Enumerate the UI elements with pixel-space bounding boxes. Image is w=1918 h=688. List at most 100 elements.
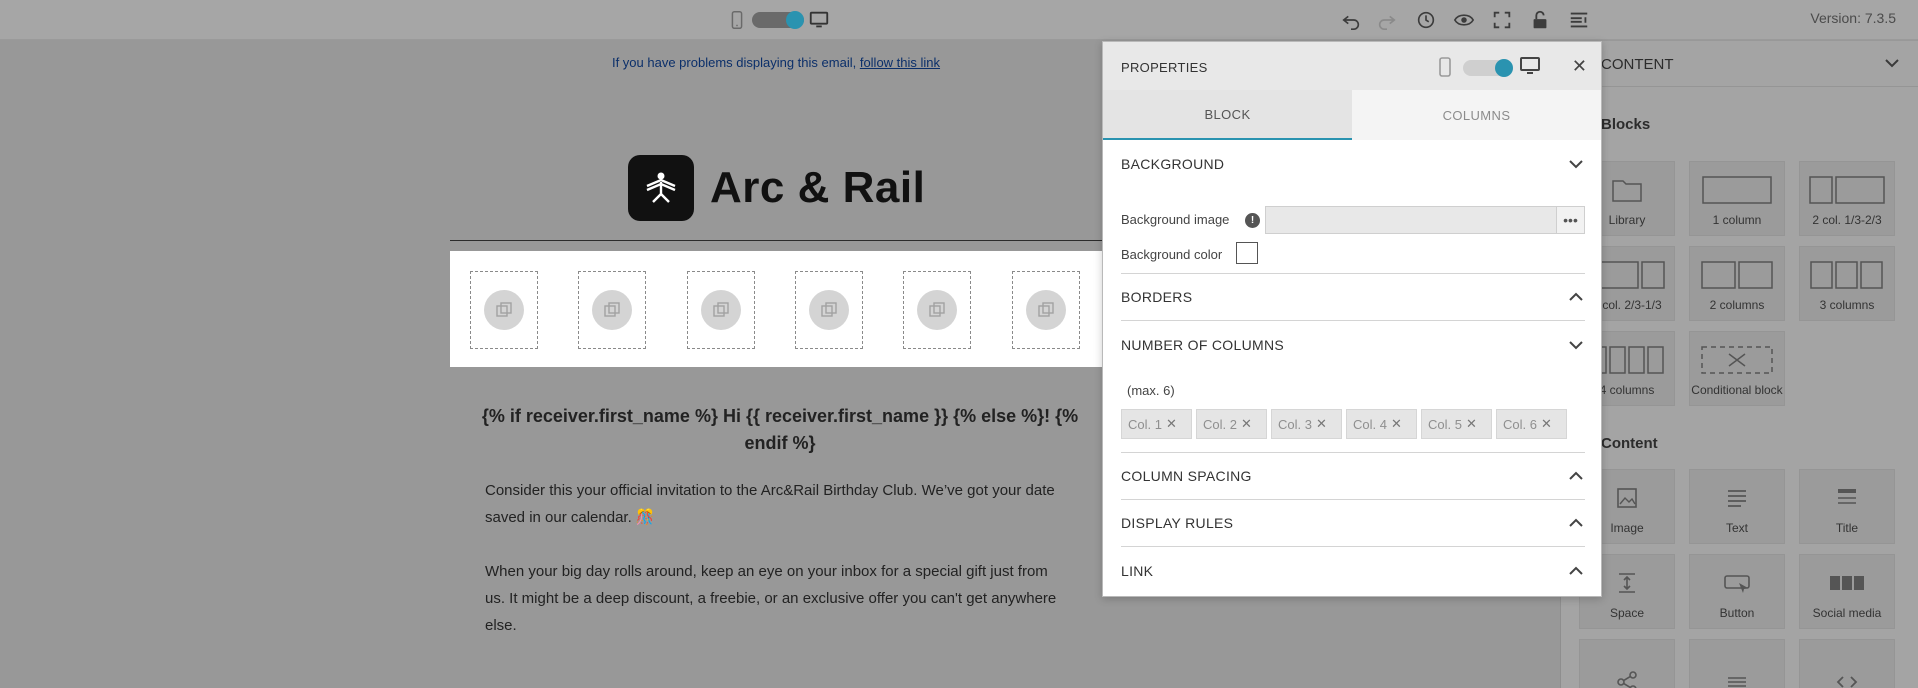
block-tile-3-columns[interactable]: 3 columns — [1799, 246, 1895, 321]
column-placeholder[interactable] — [578, 271, 646, 349]
history-icon[interactable] — [1413, 8, 1439, 32]
section-title: LINK — [1121, 562, 1154, 579]
tile-label: Space — [1609, 606, 1645, 620]
column-placeholder[interactable] — [795, 271, 863, 349]
chevron-down-icon[interactable] — [1883, 54, 1901, 77]
more-icon[interactable]: ••• — [1556, 207, 1584, 233]
section-title: BORDERS — [1121, 289, 1193, 305]
tile-label: Library — [1608, 213, 1646, 227]
background-color-label: Background color — [1121, 247, 1223, 262]
column-placeholder[interactable] — [903, 271, 971, 349]
tile-label: 2 columns — [1709, 298, 1765, 312]
section-column-spacing[interactable]: COLUMN SPACING — [1121, 453, 1585, 500]
unlock-icon[interactable] — [1527, 8, 1553, 32]
section-number-of-columns[interactable]: NUMBER OF COLUMNS — [1121, 321, 1585, 368]
block-tile-1-column[interactable]: 1 column — [1689, 161, 1785, 236]
close-icon[interactable]: ✕ — [1391, 416, 1402, 432]
body-paragraph[interactable]: Consider this your official invitation t… — [485, 477, 1065, 531]
logo-mark-icon — [628, 155, 694, 221]
column-chip-label: Col. 1 — [1128, 416, 1162, 432]
column-chip[interactable]: Col. 4 ✕ — [1346, 409, 1417, 439]
add-content-icon — [1026, 290, 1066, 330]
fullscreen-icon[interactable] — [1489, 8, 1515, 32]
section-display-rules[interactable]: DISPLAY RULES — [1121, 500, 1585, 547]
content-tile-social-media[interactable]: Social media — [1799, 554, 1895, 629]
add-content-icon — [484, 290, 524, 330]
close-icon[interactable]: ✕ — [1241, 416, 1252, 432]
undo-icon[interactable] — [1338, 8, 1364, 32]
block-tile-conditional[interactable]: Conditional block — [1689, 331, 1785, 406]
tile-label: 3 columns — [1819, 298, 1875, 312]
mobile-icon[interactable] — [724, 8, 750, 32]
section-title: COLUMN SPACING — [1121, 468, 1252, 484]
preheader-link[interactable]: follow this link — [860, 55, 940, 70]
close-icon[interactable]: ✕ — [1572, 56, 1587, 77]
sidebar-toggle-icon[interactable] — [1566, 8, 1592, 32]
panel-title: PROPERTIES — [1121, 60, 1208, 75]
tab-columns[interactable]: COLUMNS — [1352, 90, 1601, 140]
redo-icon[interactable] — [1374, 8, 1400, 32]
column-chip[interactable]: Col. 2 ✕ — [1196, 409, 1267, 439]
section-background[interactable]: BACKGROUND — [1121, 140, 1585, 187]
panel-device-toggle[interactable] — [1463, 59, 1513, 77]
content-sidebar: CONTENT Blocks Library 1 column 2 col. 1… — [1560, 41, 1918, 688]
content-tile-share[interactable] — [1579, 639, 1675, 688]
block-tile-2-col-1-3[interactable]: 2 col. 1/3-2/3 — [1799, 161, 1895, 236]
greeting-title[interactable]: {% if receiver.first_name %} Hi {{ recei… — [470, 403, 1090, 457]
social-media-icon — [1829, 566, 1865, 600]
tile-label: Conditional block — [1691, 383, 1783, 397]
column-chip[interactable]: Col. 5 ✕ — [1421, 409, 1492, 439]
close-icon[interactable]: ✕ — [1166, 416, 1177, 432]
divider-line — [450, 240, 1105, 241]
add-content-icon — [701, 290, 741, 330]
chevron-up-icon — [1569, 471, 1583, 480]
version-label: Version: 7.3.5 — [1810, 10, 1896, 26]
mobile-icon[interactable] — [1436, 57, 1454, 82]
preview-icon[interactable] — [1451, 8, 1477, 32]
brand-logo[interactable]: Arc & Rail — [628, 155, 925, 221]
content-tile-code[interactable] — [1799, 639, 1895, 688]
info-icon[interactable]: ! — [1245, 213, 1260, 228]
content-tile-text[interactable]: Text — [1689, 469, 1785, 544]
column-chip[interactable]: Col. 6 ✕ — [1496, 409, 1567, 439]
properties-panel: PROPERTIES ✕ BLOCK COLUMNS BACKGROUND Ba… — [1102, 41, 1602, 597]
tile-label: 1 column — [1712, 213, 1762, 227]
column-chip[interactable]: Col. 3 ✕ — [1271, 409, 1342, 439]
section-borders[interactable]: BORDERS — [1121, 274, 1585, 321]
block-tile-2-columns[interactable]: 2 columns — [1689, 246, 1785, 321]
sidebar-header[interactable]: CONTENT — [1561, 41, 1918, 87]
blocks-section-title: Blocks — [1601, 116, 1651, 133]
title-icon — [1835, 481, 1859, 515]
space-icon — [1615, 566, 1639, 600]
content-tile-button[interactable]: Button — [1689, 554, 1785, 629]
tile-label: Image — [1610, 521, 1644, 535]
background-image-input[interactable]: ••• — [1265, 206, 1585, 234]
content-tile-title[interactable]: Title — [1799, 469, 1895, 544]
desktop-icon[interactable] — [806, 8, 832, 32]
column-placeholder[interactable] — [687, 271, 755, 349]
tile-label: Social media — [1812, 606, 1882, 620]
column-placeholder[interactable] — [1012, 271, 1080, 349]
close-icon[interactable]: ✕ — [1466, 416, 1477, 432]
content-tile-divider[interactable] — [1689, 639, 1785, 688]
tile-label: 2 col. 1/3-2/3 — [1812, 213, 1882, 227]
preheader-text: If you have problems displaying this ema… — [611, 55, 857, 70]
add-content-icon — [592, 290, 632, 330]
background-color-swatch[interactable] — [1236, 242, 1258, 264]
column-chip-label: Col. 2 — [1203, 416, 1237, 432]
body-paragraph[interactable]: When your big day rolls around, keep an … — [485, 558, 1065, 639]
column-chip[interactable]: Col. 1 ✕ — [1121, 409, 1192, 439]
chevron-up-icon — [1569, 566, 1583, 575]
sidebar-title: CONTENT — [1601, 56, 1674, 73]
tab-block[interactable]: BLOCK — [1103, 90, 1352, 140]
folder-icon — [1611, 173, 1643, 207]
desktop-icon[interactable] — [1519, 56, 1541, 81]
column-placeholder[interactable] — [470, 271, 538, 349]
six-column-block[interactable] — [450, 251, 1105, 367]
close-icon[interactable]: ✕ — [1541, 416, 1552, 432]
section-link[interactable]: LINK — [1121, 547, 1585, 594]
close-icon[interactable]: ✕ — [1316, 416, 1327, 432]
background-image-label: Background image — [1121, 212, 1230, 227]
device-toggle[interactable] — [752, 11, 804, 29]
add-content-icon — [809, 290, 849, 330]
